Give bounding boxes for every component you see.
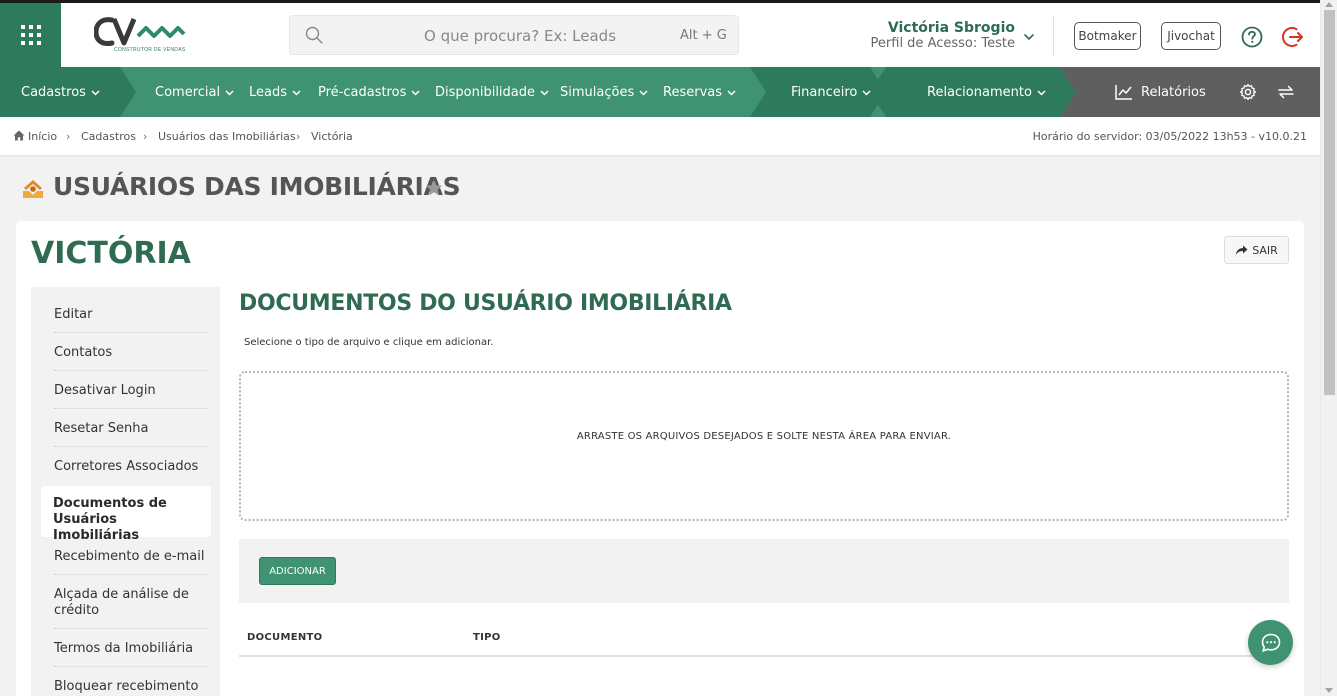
nav-financeiro-label: Financeiro: [791, 84, 858, 100]
apps-grid-icon: [20, 25, 41, 45]
chat-button[interactable]: [1248, 620, 1293, 665]
side-divider: [54, 332, 208, 333]
search-icon: [305, 26, 323, 44]
nav-simulacoes-label: Simulações: [560, 84, 635, 100]
side-item-desativar-login[interactable]: Desativar Login: [54, 383, 208, 399]
side-item-termos-imobiliaria[interactable]: Termos da Imobiliária: [54, 641, 208, 657]
logo-tagline: CONSTRUTOR DE VENDAS: [114, 47, 186, 53]
page-scrollbar[interactable]: [1320, 0, 1337, 696]
help-icon[interactable]: [1241, 26, 1263, 48]
nav-leads[interactable]: Leads: [249, 67, 301, 117]
nav-disponibilidade[interactable]: Disponibilidade: [435, 67, 549, 117]
nav-relacionamento-label: Relacionamento: [927, 84, 1032, 100]
chevron-down-icon: [292, 89, 301, 96]
nav-relatorios-label: Relatórios: [1141, 84, 1206, 100]
side-divider: [54, 370, 208, 371]
side-item-editar[interactable]: Editar: [54, 307, 208, 323]
nav-reservas-label: Reservas: [663, 84, 722, 100]
file-dropzone[interactable]: ARRASTE OS ARQUIVOS DESEJADOS E SOLTE NE…: [239, 371, 1289, 521]
nav-cadastros[interactable]: Cadastros: [21, 67, 100, 117]
chevron-down-icon: [727, 89, 736, 96]
breadcrumb-separator: ›: [66, 130, 71, 143]
chevron-down-icon: [540, 89, 549, 96]
global-search-input[interactable]: O que procura? Ex: Leads Alt + G: [289, 15, 739, 55]
side-item-bloquear-recebimento[interactable]: Bloquear recebimento: [54, 679, 208, 695]
search-placeholder: O que procura? Ex: Leads: [424, 27, 617, 45]
side-item-alcada-credito[interactable]: Alçada de análise de crédito: [54, 587, 194, 619]
record-name: VICTÓRIA: [31, 236, 191, 271]
breadcrumb: Início › Cadastros › Usuários das Imobil…: [0, 117, 1320, 155]
dropzone-text: ARRASTE OS ARQUIVOS DESEJADOS E SOLTE NE…: [576, 431, 952, 442]
side-divider: [54, 628, 208, 629]
chevron-down-icon: [91, 89, 100, 96]
exit-button[interactable]: SAIR: [1224, 236, 1289, 264]
chevron-down-icon: [862, 89, 871, 96]
nav-simulacoes[interactable]: Simulações: [560, 67, 648, 117]
nav-leads-label: Leads: [249, 84, 288, 100]
side-divider: [54, 574, 208, 575]
nav-pre-cadastros-label: Pré-cadastros: [318, 84, 407, 100]
nav-financeiro[interactable]: Financeiro: [791, 67, 871, 117]
section-hint: Selecione o tipo de arquivo e clique em …: [244, 337, 494, 348]
swap-arrows-icon[interactable]: [1277, 84, 1295, 100]
nav-reservas[interactable]: Reservas: [663, 67, 736, 117]
nav-disponibilidade-label: Disponibilidade: [435, 84, 536, 100]
search-shortcut-hint: Alt + G: [680, 28, 727, 43]
nav-pre-cadastros[interactable]: Pré-cadastros: [318, 67, 420, 117]
share-arrow-icon: [1235, 245, 1248, 255]
header-divider: [1053, 16, 1054, 56]
chevron-down-icon: [225, 89, 234, 96]
logout-icon[interactable]: [1282, 25, 1306, 49]
main-navigation: Cadastros Comercial Leads Pré-cadastros …: [0, 67, 1320, 117]
star-icon[interactable]: [425, 179, 443, 197]
chevron-down-icon: [1037, 89, 1046, 96]
side-divider: [54, 446, 208, 447]
scroll-down-arrow[interactable]: [1325, 688, 1333, 693]
table-header-divider: [239, 655, 1289, 657]
chart-line-icon: [1115, 85, 1132, 100]
page-title: USUÁRIOS DAS IMOBILIÁRIAS: [53, 172, 461, 201]
side-item-documentos-usuarios[interactable]: Documentos de Usuários Imobiliárias: [53, 496, 203, 544]
chevron-down-icon: [411, 89, 420, 96]
apps-menu-button[interactable]: [0, 3, 61, 67]
side-divider: [54, 408, 208, 409]
scroll-up-arrow[interactable]: [1325, 2, 1333, 7]
add-button[interactable]: ADICIONAR: [259, 557, 336, 585]
section-title: DOCUMENTOS DO USUÁRIO IMOBILIÁRIA: [239, 291, 732, 316]
botmaker-button[interactable]: Botmaker: [1074, 22, 1141, 50]
breadcrumb-cadastros[interactable]: Cadastros: [81, 130, 136, 143]
breadcrumb-usuarios-imobiliarias[interactable]: Usuários das Imobiliárias: [158, 130, 296, 143]
nav-cadastros-label: Cadastros: [21, 84, 86, 100]
side-divider: [54, 666, 208, 667]
chat-bubble-icon: [1261, 633, 1280, 652]
home-icon[interactable]: [13, 130, 25, 141]
chevron-down-icon: [639, 89, 648, 96]
side-item-resetar-senha[interactable]: Resetar Senha: [54, 421, 208, 437]
chevron-down-icon[interactable]: [1022, 30, 1036, 44]
server-time: Horário do servidor: 03/05/2022 13h53 - …: [1032, 130, 1307, 143]
side-item-corretores-associados[interactable]: Corretores Associados: [54, 459, 208, 475]
exit-button-label: SAIR: [1252, 243, 1278, 257]
scroll-thumb[interactable]: [1324, 10, 1335, 395]
nav-comercial-label: Comercial: [155, 84, 221, 100]
user-profile: Perfil de Acesso: Teste: [870, 36, 1015, 51]
user-name[interactable]: Victória Sbrogio: [888, 20, 1015, 36]
actions-bar: [239, 539, 1289, 603]
top-header: CONSTRUTOR DE VENDAS O que procura? Ex: …: [0, 0, 1320, 67]
nav-relacionamento[interactable]: Relacionamento: [927, 67, 1046, 117]
gear-icon[interactable]: [1239, 83, 1257, 101]
side-item-contatos[interactable]: Contatos: [54, 345, 208, 361]
nav-comercial[interactable]: Comercial: [155, 67, 234, 117]
breadcrumb-separator: ›: [143, 130, 148, 143]
jivochat-button[interactable]: Jivochat: [1161, 22, 1221, 50]
side-item-recebimento-email[interactable]: Recebimento de e-mail: [54, 549, 208, 565]
breadcrumb-separator: ›: [296, 130, 301, 143]
table-header-tipo[interactable]: TIPO: [473, 632, 501, 643]
breadcrumb-current: Victória: [311, 130, 353, 143]
nav-relatorios[interactable]: Relatórios: [1115, 67, 1206, 117]
real-estate-user-icon: [23, 180, 43, 198]
breadcrumb-inicio[interactable]: Início: [28, 130, 57, 143]
table-header-documento[interactable]: DOCUMENTO: [247, 632, 322, 643]
